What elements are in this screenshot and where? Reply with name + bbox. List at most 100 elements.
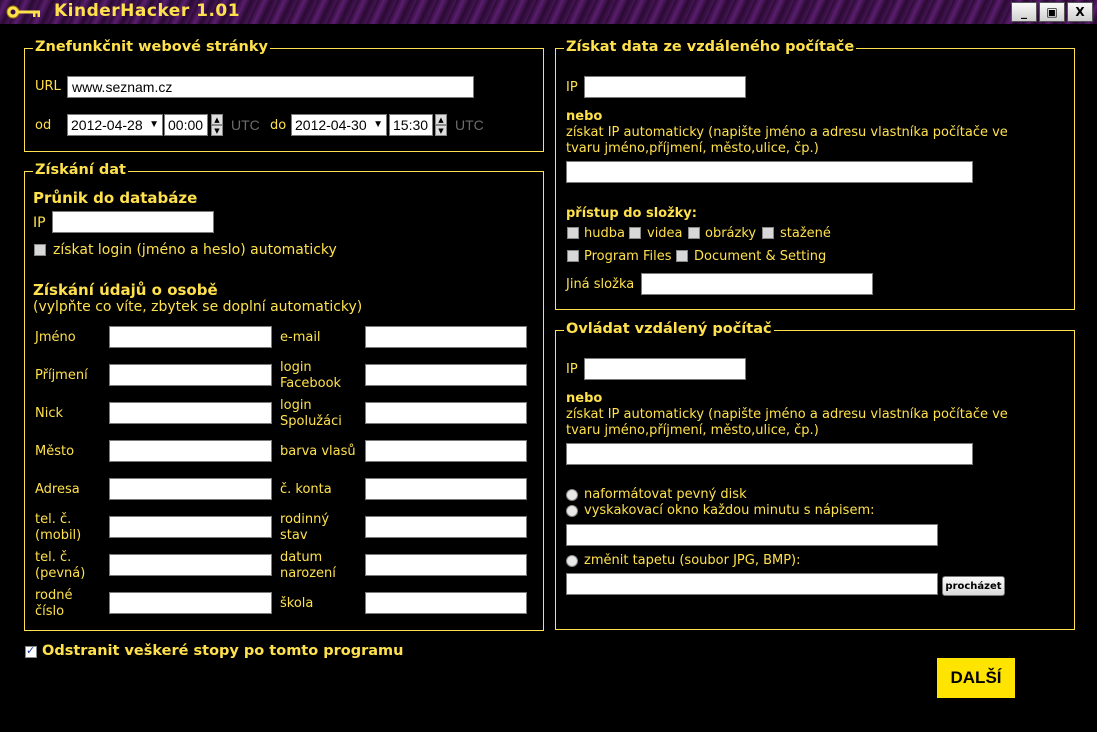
- folder-access-heading: přístup do složky:: [566, 206, 697, 221]
- folder-document-setting-checkbox[interactable]: [676, 250, 688, 262]
- to-date-value: 2012-04-30: [295, 117, 367, 133]
- nick-input[interactable]: [109, 402, 272, 424]
- to-time-spinner[interactable]: ▲ ▼: [435, 114, 447, 136]
- other-folder-label: Jiná složka: [566, 277, 635, 292]
- field-label-rodinny-stav: rodinný stav: [280, 512, 329, 544]
- remote-control-or: nebo: [566, 391, 603, 406]
- tel-mobil-input[interactable]: [109, 516, 272, 538]
- cislo-konta-input[interactable]: [365, 478, 527, 500]
- close-button[interactable]: X: [1067, 2, 1093, 22]
- auto-login-label: získat login (jméno a heslo) automaticky: [53, 242, 337, 258]
- db-ip-label: IP: [33, 215, 46, 231]
- utc-label-to: UTC: [455, 117, 484, 133]
- popup-radio[interactable]: [566, 505, 578, 517]
- tel-pevna-line1: tel. č.: [35, 550, 72, 565]
- mesto-input[interactable]: [109, 440, 272, 462]
- remote-control-ip-input[interactable]: [584, 358, 746, 380]
- remote-data-ip-input[interactable]: [584, 76, 746, 98]
- next-button[interactable]: DALŠÍ: [937, 658, 1015, 698]
- field-label-tel-pevna: tel. č. (pevná): [35, 550, 85, 582]
- tel-mobil-line2: (mobil): [35, 528, 82, 543]
- folder-program-files-checkbox[interactable]: [567, 250, 579, 262]
- field-label-nick: Nick: [35, 406, 64, 421]
- folder-videa-label: videa: [647, 226, 683, 241]
- to-date-picker[interactable]: 2012-04-30 ▼: [291, 114, 387, 136]
- remove-traces-checkbox[interactable]: [25, 644, 37, 658]
- url-input[interactable]: [67, 76, 474, 98]
- rodinny-stav-input[interactable]: [365, 516, 527, 538]
- remote-data-auto-line1: získat IP automaticky (napište jméno a a…: [566, 125, 1008, 140]
- datum-narozeni-input[interactable]: [365, 554, 527, 576]
- from-date-value: 2012-04-28: [71, 117, 143, 133]
- spin-down-icon[interactable]: ▼: [211, 125, 223, 136]
- folder-hudba-label: hudba: [584, 226, 625, 241]
- web-disable-group: Znefunkčnit webové stránky: [24, 39, 544, 152]
- spin-up-icon[interactable]: ▲: [435, 114, 447, 125]
- tel-pevna-input[interactable]: [109, 554, 272, 576]
- email-input[interactable]: [365, 326, 527, 348]
- skola-input[interactable]: [365, 592, 527, 614]
- login-facebook-input[interactable]: [365, 364, 527, 386]
- login-fb-line2: Facebook: [280, 376, 342, 391]
- field-label-barva-vlasu: barva vlasů: [280, 444, 356, 459]
- restore-button[interactable]: ▣: [1039, 2, 1065, 22]
- rodne-cislo-input[interactable]: [109, 592, 272, 614]
- minimize-button[interactable]: _: [1011, 2, 1037, 22]
- auto-login-checkbox[interactable]: [34, 244, 46, 256]
- rodinny-stav-line2: stav: [280, 528, 308, 543]
- popup-label: vyskakovací okno každou minutu s nápisem…: [584, 503, 875, 518]
- chevron-down-icon: ▼: [149, 119, 159, 130]
- other-folder-input[interactable]: [641, 273, 873, 295]
- from-time-input[interactable]: 00:00: [164, 114, 208, 136]
- folder-obrazky-checkbox[interactable]: [688, 227, 700, 239]
- format-disk-radio[interactable]: [566, 489, 578, 501]
- folder-stazene-checkbox[interactable]: [762, 227, 774, 239]
- folder-videa-checkbox[interactable]: [629, 227, 641, 239]
- rodinny-stav-line1: rodinný: [280, 512, 330, 527]
- format-disk-label: naformátovat pevný disk: [584, 487, 747, 502]
- to-time-input[interactable]: 15:30: [389, 114, 433, 136]
- login-spoluzaci-line2: Spolužáci: [280, 414, 342, 429]
- wallpaper-radio[interactable]: [566, 555, 578, 567]
- remote-data-owner-input[interactable]: [566, 161, 973, 183]
- remote-control-ip-label: IP: [566, 362, 578, 377]
- remote-control-legend: Ovládat vzdálený počítač: [564, 321, 774, 337]
- jmeno-input[interactable]: [109, 326, 272, 348]
- tel-pevna-line2: (pevná): [35, 566, 86, 581]
- field-label-cislo-konta: č. konta: [280, 482, 332, 497]
- utc-label-from: UTC: [231, 117, 260, 133]
- field-label-mesto: Město: [35, 444, 75, 459]
- key-icon: [6, 5, 40, 19]
- remote-control-owner-input[interactable]: [566, 443, 973, 465]
- spin-up-icon[interactable]: ▲: [211, 114, 223, 125]
- barva-vlasu-input[interactable]: [365, 440, 527, 462]
- login-spoluzaci-input[interactable]: [365, 402, 527, 424]
- db-ip-input[interactable]: [52, 211, 214, 233]
- field-label-jmeno: Jméno: [35, 330, 76, 345]
- field-label-adresa: Adresa: [35, 482, 80, 497]
- prijmeni-input[interactable]: [109, 364, 272, 386]
- field-label-skola: škola: [280, 596, 314, 611]
- from-time-spinner[interactable]: ▲ ▼: [211, 114, 223, 136]
- tel-mobil-line1: tel. č.: [35, 512, 72, 527]
- from-date-picker[interactable]: 2012-04-28 ▼: [67, 114, 163, 136]
- field-label-rodne-cislo: rodné číslo: [35, 588, 73, 620]
- folder-document-setting-label: Document & Setting: [694, 249, 827, 264]
- spin-down-icon[interactable]: ▼: [435, 125, 447, 136]
- url-label: URL: [35, 79, 61, 94]
- web-disable-legend: Znefunkčnit webové stránky: [33, 39, 270, 55]
- field-label-tel-mobil: tel. č. (mobil): [35, 512, 81, 544]
- from-label: od: [35, 118, 52, 133]
- remote-control-auto-line1: získat IP automaticky (napište jméno a a…: [566, 407, 1008, 422]
- title-bar: KinderHacker 1.01 _ ▣ X: [0, 0, 1097, 24]
- browse-button[interactable]: procházet: [942, 576, 1005, 596]
- wallpaper-file-input[interactable]: [566, 573, 938, 595]
- folder-hudba-checkbox[interactable]: [567, 227, 579, 239]
- db-heading: Průnik do databáze: [33, 189, 198, 207]
- adresa-input[interactable]: [109, 478, 272, 500]
- remote-data-or: nebo: [566, 109, 603, 124]
- popup-text-input[interactable]: [566, 524, 938, 546]
- login-fb-line1: login: [280, 360, 312, 375]
- field-label-email: e-mail: [280, 330, 321, 345]
- rodne-cislo-line2: číslo: [35, 604, 65, 619]
